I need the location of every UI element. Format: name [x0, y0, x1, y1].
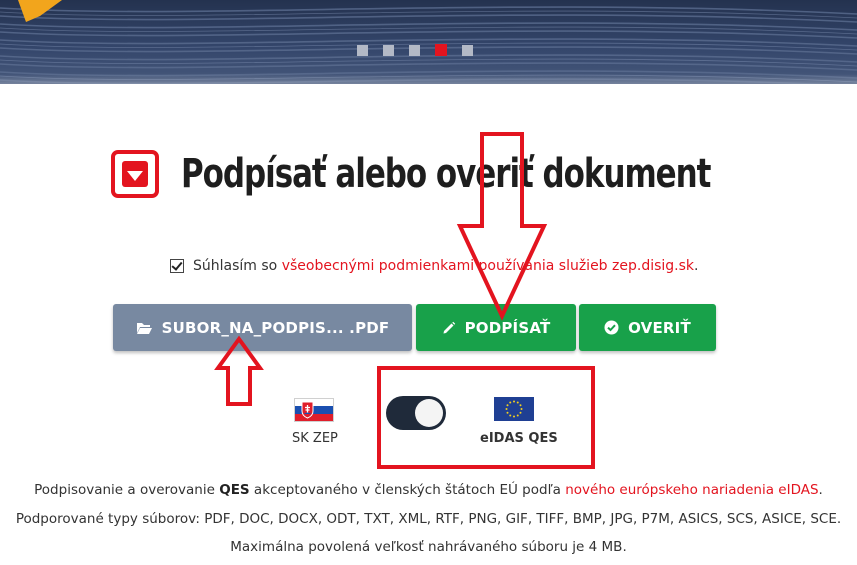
consent-prefix: Súhlasím so: [193, 258, 282, 274]
info-text: akceptovaného v členských štátoch EÚ pod…: [249, 482, 566, 498]
dropdown-arrow-icon: [111, 150, 159, 198]
info-text: Podpisovanie a overovanie: [34, 482, 220, 498]
sign-button[interactable]: PODPÍSAŤ: [416, 304, 576, 351]
folder-open-icon: [136, 321, 153, 335]
slovakia-flag-icon[interactable]: [294, 398, 334, 422]
terms-consent: Súhlasím so všeobecnými podmienkami použ…: [170, 258, 698, 274]
consent-suffix: .: [694, 258, 699, 274]
page-heading: Podpísať alebo overiť dokument: [111, 150, 797, 198]
signature-mode-toggle[interactable]: [386, 396, 446, 430]
toggle-knob: [415, 399, 443, 427]
eidas-regulation-link[interactable]: nového európskeho nariadenia eIDAS: [565, 482, 818, 498]
check-circle-icon: [604, 320, 619, 335]
pencil-icon: [442, 321, 456, 335]
slider-dot[interactable]: [462, 45, 473, 56]
slider-dot[interactable]: [435, 44, 447, 56]
eu-flag-icon[interactable]: [494, 397, 534, 421]
verify-button[interactable]: OVERIŤ: [579, 304, 716, 351]
max-file-size: Maximálna povolená veľkosť nahrávaného s…: [230, 539, 627, 555]
info-qes-bold: QES: [219, 482, 250, 498]
supported-file-types: Podporované typy súborov: PDF, DOC, DOCX…: [15, 511, 842, 527]
sk-zep-label: SK ZEP: [292, 431, 338, 446]
select-file-button[interactable]: SUBOR_NA_PODPIS... .PDF: [113, 304, 412, 351]
file-button-label: SUBOR_NA_PODPIS... .PDF: [161, 318, 390, 337]
slider-dot[interactable]: [357, 45, 368, 56]
hero-banner: [0, 0, 857, 84]
terms-checkbox[interactable]: [170, 259, 184, 273]
slider-dot[interactable]: [383, 45, 394, 56]
slider-dot[interactable]: [409, 45, 420, 56]
page-title: Podpísať alebo overiť dokument: [181, 151, 711, 197]
sign-button-label: PODPÍSAŤ: [464, 318, 551, 337]
annotation-overlay: [214, 132, 548, 406]
verify-button-label: OVERIŤ: [628, 318, 691, 337]
slider-pagination: [357, 44, 473, 56]
info-qes-line: Podpisovanie a overovanie QES akceptovan…: [0, 482, 857, 498]
terms-link[interactable]: všeobecnými podmienkami používania služi…: [282, 258, 694, 274]
banner-wave-pattern: [0, 0, 857, 84]
info-text: .: [818, 482, 823, 498]
eidas-qes-label: eIDAS QES: [480, 431, 558, 446]
